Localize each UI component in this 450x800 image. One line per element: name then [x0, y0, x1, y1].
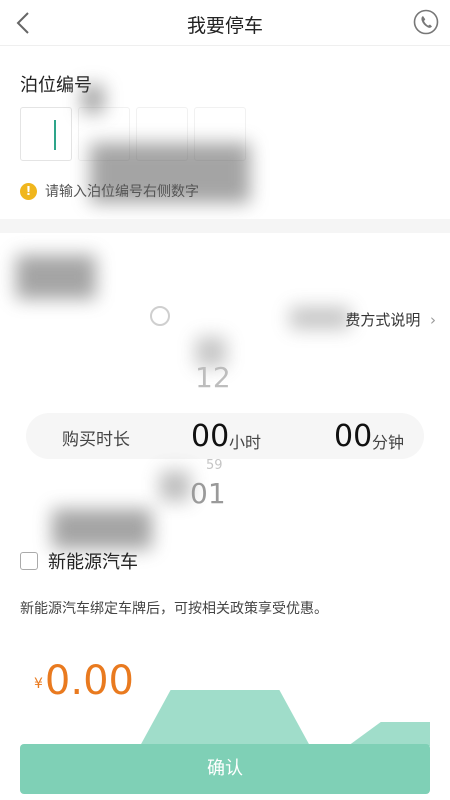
- confirm-button[interactable]: 确认: [20, 744, 430, 794]
- ev-label: 新能源汽车: [48, 552, 138, 573]
- duration-picker[interactable]: 购买时长 00 小时 00 分钟: [26, 413, 424, 459]
- hours-unit: 小时: [229, 433, 262, 452]
- redaction-blur: [52, 509, 152, 549]
- chevron-right-icon: ›: [425, 311, 436, 329]
- fee-rule-link-text: 费方式说明: [345, 311, 421, 329]
- redaction-blur: [82, 85, 104, 113]
- phone-icon[interactable]: [413, 9, 439, 35]
- hours-value[interactable]: 00: [191, 419, 229, 454]
- ev-description: 新能源汽车绑定车牌后，可按相关政策享受优惠。: [20, 601, 328, 617]
- redaction-blur: [140, 690, 310, 746]
- slot-section: 泊位编号 ! 请输入泊位编号右侧数字: [0, 47, 450, 219]
- wheel-value-faint: 59: [206, 458, 223, 473]
- toggle-knob[interactable]: [150, 306, 170, 326]
- redaction-blur: [290, 307, 350, 329]
- minutes-value[interactable]: 00: [334, 419, 372, 454]
- redaction-blur: [16, 255, 96, 299]
- slot-digit-box[interactable]: [20, 107, 72, 161]
- duration-section: 费方式说明 › 12 购买时长 00 小时 00 分钟 59 01: [0, 233, 450, 549]
- fee-rule-link[interactable]: 费方式说明 ›: [345, 309, 436, 330]
- section-divider: [0, 219, 450, 233]
- slot-hint-text: 请输入泊位编号右侧数字: [45, 184, 199, 200]
- warning-icon: !: [20, 182, 37, 200]
- price-display: ¥0.00: [34, 658, 134, 704]
- slot-hint: ! 请输入泊位编号右侧数字: [20, 181, 199, 201]
- ev-option[interactable]: 新能源汽车: [20, 548, 138, 574]
- ev-checkbox[interactable]: [20, 552, 38, 570]
- page-title: 我要停车: [186, 15, 263, 37]
- minutes-unit: 分钟: [372, 433, 405, 452]
- price-amount: 0.00: [44, 658, 134, 704]
- currency-symbol: ¥: [34, 676, 43, 692]
- wheel-value-below: 01: [190, 477, 226, 510]
- redaction-blur: [348, 722, 430, 746]
- redaction-blur: [160, 471, 190, 501]
- wheel-value-above: 12: [195, 361, 231, 394]
- header-bar: 我要停车: [0, 0, 450, 46]
- duration-label: 购买时长: [62, 430, 130, 450]
